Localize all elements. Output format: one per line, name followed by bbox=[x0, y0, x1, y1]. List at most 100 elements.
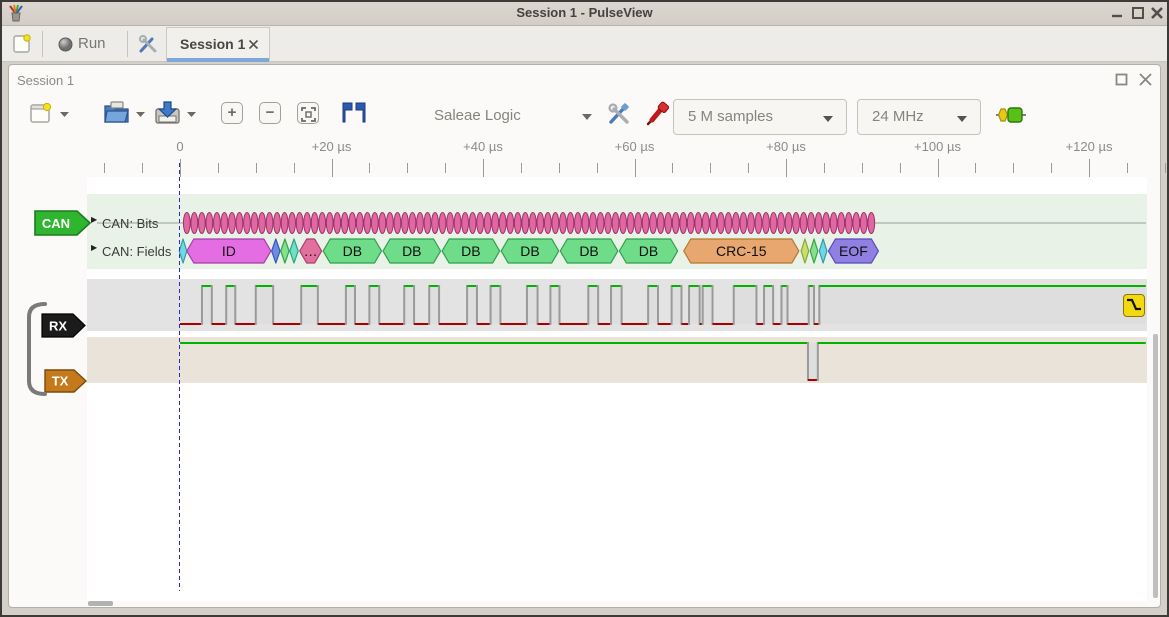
can-bit-annotation bbox=[657, 213, 664, 234]
tab-session-1[interactable]: Session 1 bbox=[166, 27, 270, 62]
can-bit-annotation bbox=[244, 213, 251, 234]
save-dropdown-icon[interactable] bbox=[186, 111, 197, 118]
maximize-button[interactable] bbox=[1131, 6, 1147, 20]
ruler-minor-tick bbox=[521, 163, 522, 173]
sample-rate-select[interactable]: 24 MHz bbox=[857, 99, 981, 135]
can-bit-annotation bbox=[311, 213, 318, 234]
can-bit-annotation bbox=[326, 213, 333, 234]
can-bit-annotation bbox=[800, 213, 807, 234]
zoom-out-button[interactable]: − bbox=[259, 102, 281, 124]
channels-probe-icon[interactable] bbox=[645, 100, 669, 127]
new-view-icon[interactable] bbox=[29, 101, 53, 125]
can-bit-annotation bbox=[507, 213, 514, 234]
settings-tools-icon[interactable] bbox=[137, 33, 159, 55]
sample-count-value: 5 M samples bbox=[688, 108, 773, 125]
ruler-minor-tick bbox=[748, 163, 749, 173]
new-session-icon[interactable] bbox=[12, 33, 32, 55]
ruler-minor-tick bbox=[294, 163, 295, 173]
ruler-tick-label: +120 µs bbox=[1066, 139, 1113, 154]
rx-wave-pulse-fill bbox=[429, 286, 439, 324]
can-bit-annotation bbox=[281, 213, 288, 234]
subwindow-title: Session 1 bbox=[17, 73, 74, 88]
zoom-fit-button[interactable] bbox=[297, 102, 319, 124]
rx-wave-pulse-fill bbox=[202, 286, 212, 324]
decoder-row-bits-label[interactable]: CAN: Bits bbox=[102, 216, 158, 231]
ruler-major-tick bbox=[332, 159, 333, 177]
can-bit-annotation bbox=[251, 213, 258, 234]
can-bit-annotation bbox=[845, 213, 852, 234]
channel-tag-tx[interactable]: TX bbox=[44, 369, 88, 393]
device-selector[interactable]: Saleae Logic bbox=[434, 107, 521, 124]
configure-device-icon[interactable] bbox=[606, 101, 632, 127]
rx-wave-pulse-fill bbox=[819, 286, 1145, 324]
time-cursor[interactable] bbox=[179, 163, 180, 591]
tab-close-icon[interactable] bbox=[248, 39, 259, 50]
can-bit-annotation bbox=[665, 213, 672, 234]
can-bit-annotation bbox=[454, 213, 461, 234]
ruler-tick-label: +100 µs bbox=[914, 139, 961, 154]
can-bit-annotation bbox=[642, 213, 649, 234]
expander-fields-icon[interactable]: ▶ bbox=[91, 243, 97, 252]
trace-plot[interactable]: ID…DBDBDBDBDBDBCRC-15EOF bbox=[87, 177, 1147, 601]
can-bit-annotation bbox=[191, 213, 198, 234]
sample-count-select[interactable]: 5 M samples bbox=[673, 99, 847, 135]
device-dropdown-icon[interactable] bbox=[581, 113, 593, 121]
ruler-tick-label: +20 µs bbox=[312, 139, 352, 154]
can-bit-annotation bbox=[815, 213, 822, 234]
ruler-tick-label: +80 µs bbox=[766, 139, 806, 154]
can-bit-annotation bbox=[567, 213, 574, 234]
session-subwindow: Session 1 bbox=[8, 64, 1161, 608]
decoder-tag-can[interactable]: CAN bbox=[34, 210, 92, 236]
timeline-ruler[interactable]: 0+20 µs+40 µs+60 µs+80 µs+100 µs+120 µs bbox=[9, 139, 1162, 177]
ruler-minor-tick bbox=[559, 163, 560, 173]
new-view-dropdown-icon[interactable] bbox=[59, 111, 70, 118]
save-file-icon[interactable] bbox=[154, 99, 181, 125]
vertical-scrollbar[interactable] bbox=[1153, 334, 1158, 598]
ruler-minor-tick bbox=[1165, 163, 1166, 173]
open-file-icon[interactable] bbox=[103, 99, 130, 125]
mdi-area: Session 1 bbox=[0, 62, 1169, 617]
minimize-button[interactable] bbox=[1110, 6, 1126, 20]
decoder-row-fields-label[interactable]: CAN: Fields bbox=[102, 244, 171, 259]
can-bit-annotation bbox=[529, 213, 536, 234]
can-bit-annotation bbox=[823, 213, 830, 234]
can-bit-annotation bbox=[379, 213, 386, 234]
rx-wave-pulse-fill bbox=[550, 286, 559, 324]
can-bit-annotation bbox=[853, 213, 860, 234]
run-icon[interactable] bbox=[58, 37, 73, 52]
open-dropdown-icon[interactable] bbox=[135, 111, 146, 118]
can-bit-annotation bbox=[259, 213, 266, 234]
can-bit-annotation bbox=[740, 213, 747, 234]
rx-wave-pulse-fill bbox=[404, 286, 414, 324]
rx-wave-pulse-fill bbox=[703, 286, 713, 324]
can-field-label: DB bbox=[579, 243, 598, 259]
can-bit-annotation bbox=[725, 213, 732, 234]
title-bar[interactable]: Session 1 - PulseView bbox=[0, 0, 1169, 26]
add-decoder-icon[interactable] bbox=[996, 106, 1026, 124]
rx-wave-pulse-fill bbox=[256, 286, 273, 324]
rx-wave-pulse-fill bbox=[226, 286, 235, 324]
rx-wave-pulse-fill bbox=[491, 286, 501, 324]
ruler-minor-tick bbox=[104, 163, 105, 173]
can-bit-annotation bbox=[732, 213, 739, 234]
can-bit-annotation bbox=[304, 213, 311, 234]
can-bit-annotation bbox=[544, 213, 551, 234]
run-button[interactable]: Run bbox=[78, 35, 106, 52]
channel-group-bracket[interactable] bbox=[23, 301, 49, 397]
can-bit-annotation bbox=[763, 213, 770, 234]
zoom-in-button[interactable]: + bbox=[221, 102, 243, 124]
subwindow-maximize-icon[interactable] bbox=[1115, 73, 1128, 86]
subwindow-close-icon[interactable] bbox=[1138, 72, 1153, 87]
can-field-label: CRC-15 bbox=[716, 243, 767, 259]
ruler-minor-tick bbox=[256, 163, 257, 173]
can-field-label: DB bbox=[639, 243, 658, 259]
close-button[interactable] bbox=[1150, 6, 1166, 20]
trigger-marker-falling-edge[interactable] bbox=[1123, 294, 1145, 317]
cursors-flags-icon[interactable] bbox=[341, 101, 367, 124]
ruler-tick-label: +60 µs bbox=[615, 139, 655, 154]
can-bit-annotation bbox=[785, 213, 792, 234]
horizontal-scrollbar[interactable] bbox=[88, 601, 113, 606]
rx-wave-pulse-fill bbox=[648, 286, 658, 324]
chevron-down-icon bbox=[822, 115, 834, 123]
toolbar-separator bbox=[127, 31, 128, 57]
